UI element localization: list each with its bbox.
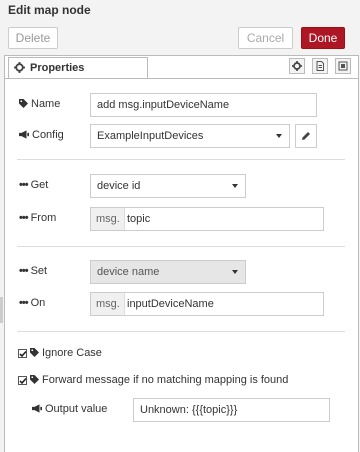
appearance-button[interactable] — [335, 58, 351, 74]
tab-properties[interactable]: Properties — [8, 57, 148, 78]
divider — [17, 331, 345, 332]
get-select[interactable]: device id — [90, 174, 246, 198]
ignore-case-label: Ignore Case — [30, 347, 102, 359]
chevron-down-icon — [232, 184, 238, 188]
properties-panel: Properties Name add msg.inputDeviceName … — [4, 55, 359, 452]
on-label: ••• On — [19, 297, 46, 309]
config-label: Config — [19, 129, 64, 141]
tab-properties-label: Properties — [30, 62, 85, 74]
gear-icon — [292, 61, 302, 71]
resize-handle[interactable] — [0, 297, 3, 323]
dialog-titlebar: Edit map node — [0, 0, 360, 23]
on-value: inputDeviceName — [127, 298, 214, 310]
chevron-down-icon — [276, 134, 282, 138]
tab-bar: Properties — [5, 56, 358, 79]
set-label: ••• Set — [19, 265, 48, 277]
from-value: topic — [127, 213, 151, 225]
done-button[interactable]: Done — [301, 27, 345, 49]
ellipsis-icon: ••• — [19, 212, 29, 224]
bullhorn-icon — [19, 130, 29, 139]
get-label: ••• Get — [19, 179, 49, 191]
pencil-icon — [302, 132, 310, 140]
ignore-case-checkbox[interactable] — [18, 349, 27, 358]
delete-button[interactable]: Delete — [8, 27, 58, 49]
divider — [17, 159, 345, 160]
cancel-button[interactable]: Cancel — [238, 27, 293, 49]
edit-config-button[interactable] — [295, 124, 317, 148]
msg-prefix[interactable]: msg. — [91, 293, 125, 315]
forward-message-checkbox[interactable] — [18, 376, 27, 385]
node-settings-button[interactable] — [289, 58, 305, 74]
from-typed-input[interactable]: msg. topic — [90, 207, 324, 231]
name-row: Name add msg.inputDeviceName — [5, 93, 358, 117]
from-row: ••• From msg. topic — [5, 207, 358, 231]
chevron-down-icon — [232, 270, 238, 274]
get-row: ••• Get device id — [5, 174, 358, 198]
check-icon — [19, 377, 27, 385]
name-input[interactable]: add msg.inputDeviceName — [90, 93, 317, 117]
check-icon — [19, 350, 27, 358]
set-row: ••• Set device name — [5, 260, 358, 284]
name-label: Name — [19, 98, 60, 110]
tag-icon — [30, 348, 39, 357]
forward-message-label: Forward message if no matching mapping i… — [30, 374, 288, 386]
msg-prefix[interactable]: msg. — [91, 208, 125, 230]
from-label: ••• From — [19, 212, 57, 224]
output-value-input[interactable]: Unknown: {{{topic}}} — [133, 398, 330, 422]
ellipsis-icon: ••• — [19, 297, 29, 309]
tag-icon — [30, 375, 39, 384]
dialog-title: Edit map node — [8, 3, 91, 17]
file-text-icon — [316, 61, 324, 71]
output-row: Output value Unknown: {{{topic}}} — [5, 398, 358, 422]
on-row: ••• On msg. inputDeviceName — [5, 292, 358, 316]
tag-icon — [19, 99, 28, 108]
layout-icon — [338, 61, 348, 71]
ellipsis-icon: ••• — [19, 265, 29, 277]
ellipsis-icon: ••• — [19, 179, 29, 191]
gear-icon — [14, 62, 25, 73]
output-label: Output value — [32, 403, 107, 415]
config-select[interactable]: ExampleInputDevices — [90, 124, 290, 148]
divider — [17, 246, 345, 247]
description-button[interactable] — [312, 58, 328, 74]
bullhorn-icon — [32, 404, 42, 413]
set-select[interactable]: device name — [90, 260, 246, 284]
config-row: Config ExampleInputDevices — [5, 124, 358, 148]
on-typed-input[interactable]: msg. inputDeviceName — [90, 292, 324, 316]
dialog-toolbar: Delete Cancel Done — [0, 22, 360, 52]
